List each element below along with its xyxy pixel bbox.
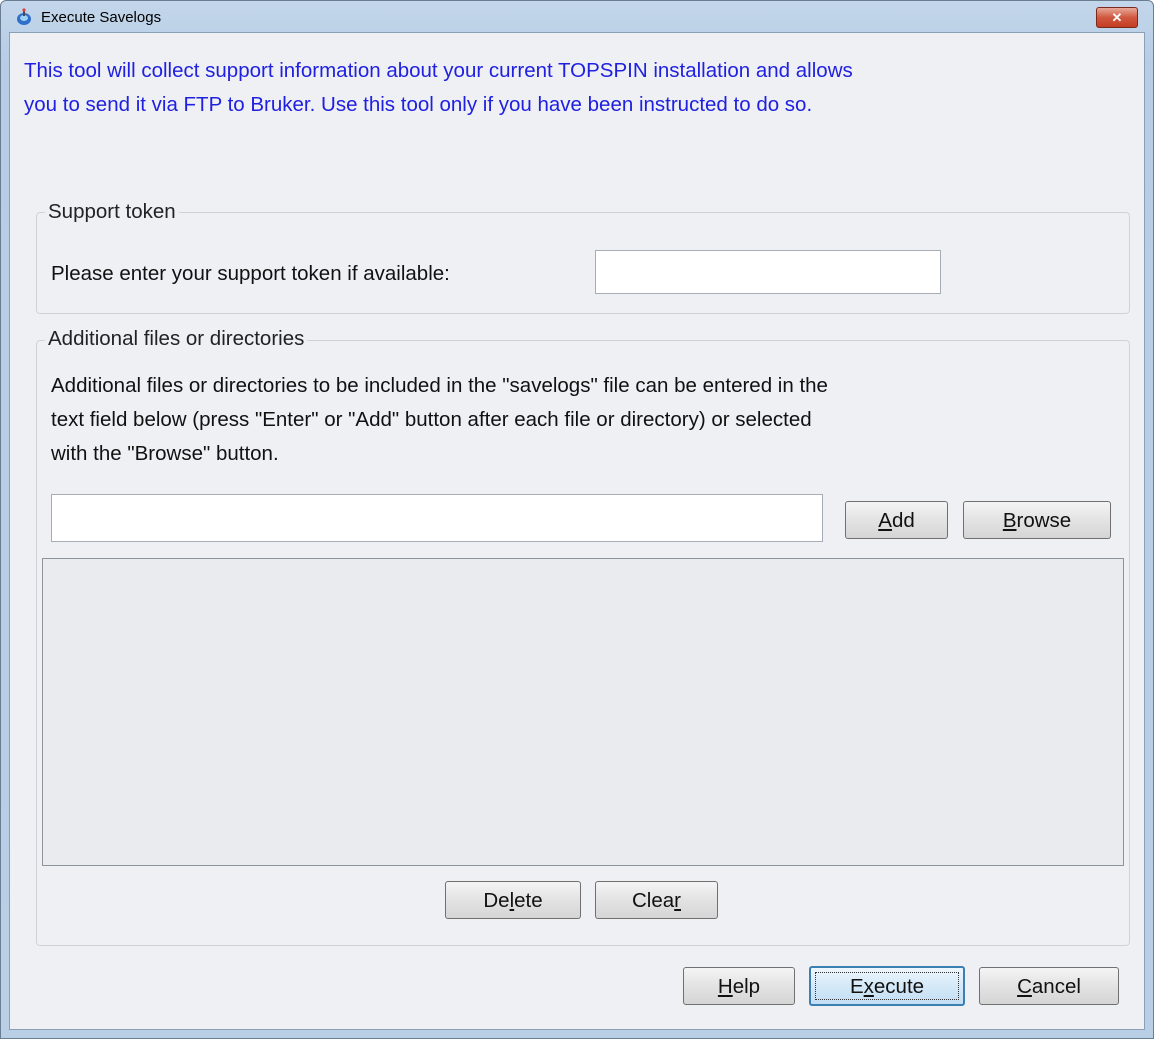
execute-button[interactable]: Execute [809, 966, 965, 1006]
support-token-label: Please enter your support token if avail… [51, 262, 450, 285]
execute-mnemonic: x [863, 975, 874, 998]
cancel-mnemonic: C [1017, 975, 1032, 998]
close-button[interactable]: ✕ [1096, 7, 1138, 28]
cancel-button[interactable]: Cancel [979, 967, 1119, 1005]
support-token-input[interactable] [595, 250, 941, 294]
help-mnemonic: H [717, 975, 733, 998]
browse-mnemonic: B [1002, 509, 1017, 532]
intro-line: you to send it via FTP to Bruker. Use th… [24, 93, 813, 116]
description-line: with the "Browse" button. [51, 442, 279, 465]
description-line: Additional files or directories to be in… [51, 374, 828, 397]
browse-button[interactable]: Browse [963, 501, 1111, 539]
intro-text: This tool will collect support informati… [24, 54, 1134, 122]
help-button[interactable]: Help [683, 967, 795, 1005]
intro-line: This tool will collect support informati… [24, 59, 853, 82]
file-path-input[interactable] [51, 494, 823, 542]
window-title: Execute Savelogs [41, 9, 162, 26]
additional-files-group-title: Additional files or directories [45, 327, 308, 351]
topspin-app-icon [17, 8, 31, 25]
close-icon: ✕ [1111, 10, 1123, 25]
file-list[interactable] [42, 558, 1124, 866]
additional-files-description: Additional files or directories to be in… [51, 369, 1111, 471]
clear-mnemonic: r [674, 889, 681, 912]
support-token-group-title: Support token [45, 200, 179, 224]
delete-button[interactable]: Delete [445, 881, 581, 919]
title-bar[interactable]: Execute Savelogs ✕ [1, 1, 1153, 33]
add-button[interactable]: Add [845, 501, 948, 539]
description-line: text field below (press "Enter" or "Add"… [51, 408, 812, 431]
clear-button[interactable]: Clear [595, 881, 718, 919]
execute-focus-ring: Execute [815, 972, 959, 1000]
add-mnemonic: A [878, 509, 892, 532]
